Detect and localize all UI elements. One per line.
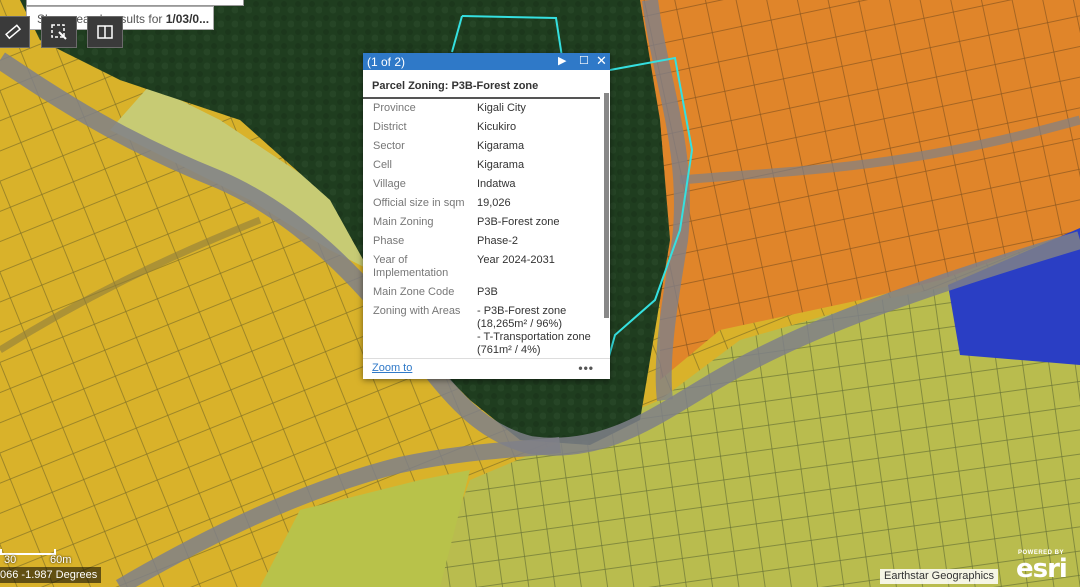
- maximize-icon[interactable]: ☐: [579, 54, 589, 67]
- map-attribution[interactable]: Earthstar Geographics: [880, 569, 999, 584]
- select-feature-icon: [51, 24, 67, 40]
- attribute-value: P3B: [477, 286, 498, 298]
- esri-logo[interactable]: POWERED BY esri: [1014, 548, 1074, 584]
- feature-popup[interactable]: (1 of 2) ▶ ☐ ✕ Parcel Zoning: P3B-Forest…: [363, 53, 610, 379]
- esri-wordmark: esri: [1016, 554, 1068, 584]
- attribute-value: Year 2024-2031: [477, 254, 555, 266]
- attribute-label: Village: [373, 178, 406, 190]
- attribute-label: Main Zoning: [373, 216, 434, 228]
- attribute-row: Village Indatwa: [363, 175, 610, 194]
- attribute-row: Cell Kigarama: [363, 156, 610, 175]
- measure-button[interactable]: [0, 16, 30, 48]
- attribute-row: District Kicukiro: [363, 118, 610, 137]
- attribute-value: Phase-2: [477, 235, 518, 247]
- attribute-value: P3B-Forest zone: [477, 216, 560, 228]
- popup-attributes: Province Kigali City District Kicukiro Secto…: [363, 99, 610, 357]
- zoom-to-link[interactable]: Zoom to: [372, 362, 412, 374]
- attribute-row: Province Kigali City: [363, 99, 610, 118]
- attribute-label: Zoning with Areas: [373, 305, 461, 317]
- popup-counter: (1 of 2): [367, 54, 406, 69]
- compare-button[interactable]: [87, 16, 123, 48]
- attribute-label: Province: [373, 102, 416, 114]
- popup-scrollbar[interactable]: [604, 93, 609, 318]
- compare-layers-icon: [97, 25, 113, 39]
- attribute-value: Kicukiro: [477, 121, 517, 133]
- attribute-row: Main Zone Code P3B: [363, 283, 610, 302]
- measure-ruler-icon: [5, 24, 22, 40]
- attribute-row: Year of Implementation Year 2024-2031: [363, 251, 610, 283]
- scale-right-label: 60m: [50, 554, 72, 566]
- popup-footer: Zoom to •••: [363, 358, 610, 379]
- attribute-value: Indatwa: [477, 178, 516, 190]
- attribute-row: Main Zoning P3B-Forest zone: [363, 213, 610, 232]
- attribute-value: 19,026: [477, 197, 511, 209]
- select-button[interactable]: [41, 16, 77, 48]
- attribute-row: Sector Kigarama: [363, 137, 610, 156]
- attribute-value: Kigarama: [477, 159, 525, 171]
- attribute-label: Year of Implementation: [373, 254, 449, 279]
- popup-title: Parcel Zoning: P3B-Forest zone: [363, 70, 600, 99]
- attribute-label: Cell: [373, 159, 392, 171]
- attribute-label: Official size in sqm: [373, 197, 465, 209]
- attribute-row: Zoning with Areas - P3B-Forest zone (18,2…: [363, 302, 610, 357]
- popup-header: (1 of 2) ▶ ☐ ✕: [363, 53, 610, 70]
- attribute-row: Official size in sqm 19,026: [363, 194, 610, 213]
- scroll-thumb[interactable]: [604, 93, 609, 318]
- attribute-label: Main Zone Code: [373, 286, 455, 298]
- coordinate-readout: 066 -1.987 Degrees: [0, 567, 102, 583]
- attribute-label: District: [373, 121, 407, 133]
- attribute-label: Phase: [373, 235, 405, 247]
- attribute-label: Sector: [373, 140, 405, 152]
- attribute-value: Kigarama: [477, 140, 525, 152]
- scale-left-label: 30: [4, 554, 17, 566]
- next-feature-icon[interactable]: ▶: [558, 54, 566, 67]
- attribute-row: Phase Phase-2: [363, 232, 610, 251]
- suggestion-query: 1/03/0...: [165, 12, 210, 26]
- attribute-value: Kigali City: [477, 102, 526, 114]
- more-options-icon[interactable]: •••: [578, 361, 594, 375]
- close-icon[interactable]: ✕: [596, 53, 607, 69]
- attribute-value: - P3B-Forest zone (18,265m² / 96%) - T-T…: [477, 305, 591, 356]
